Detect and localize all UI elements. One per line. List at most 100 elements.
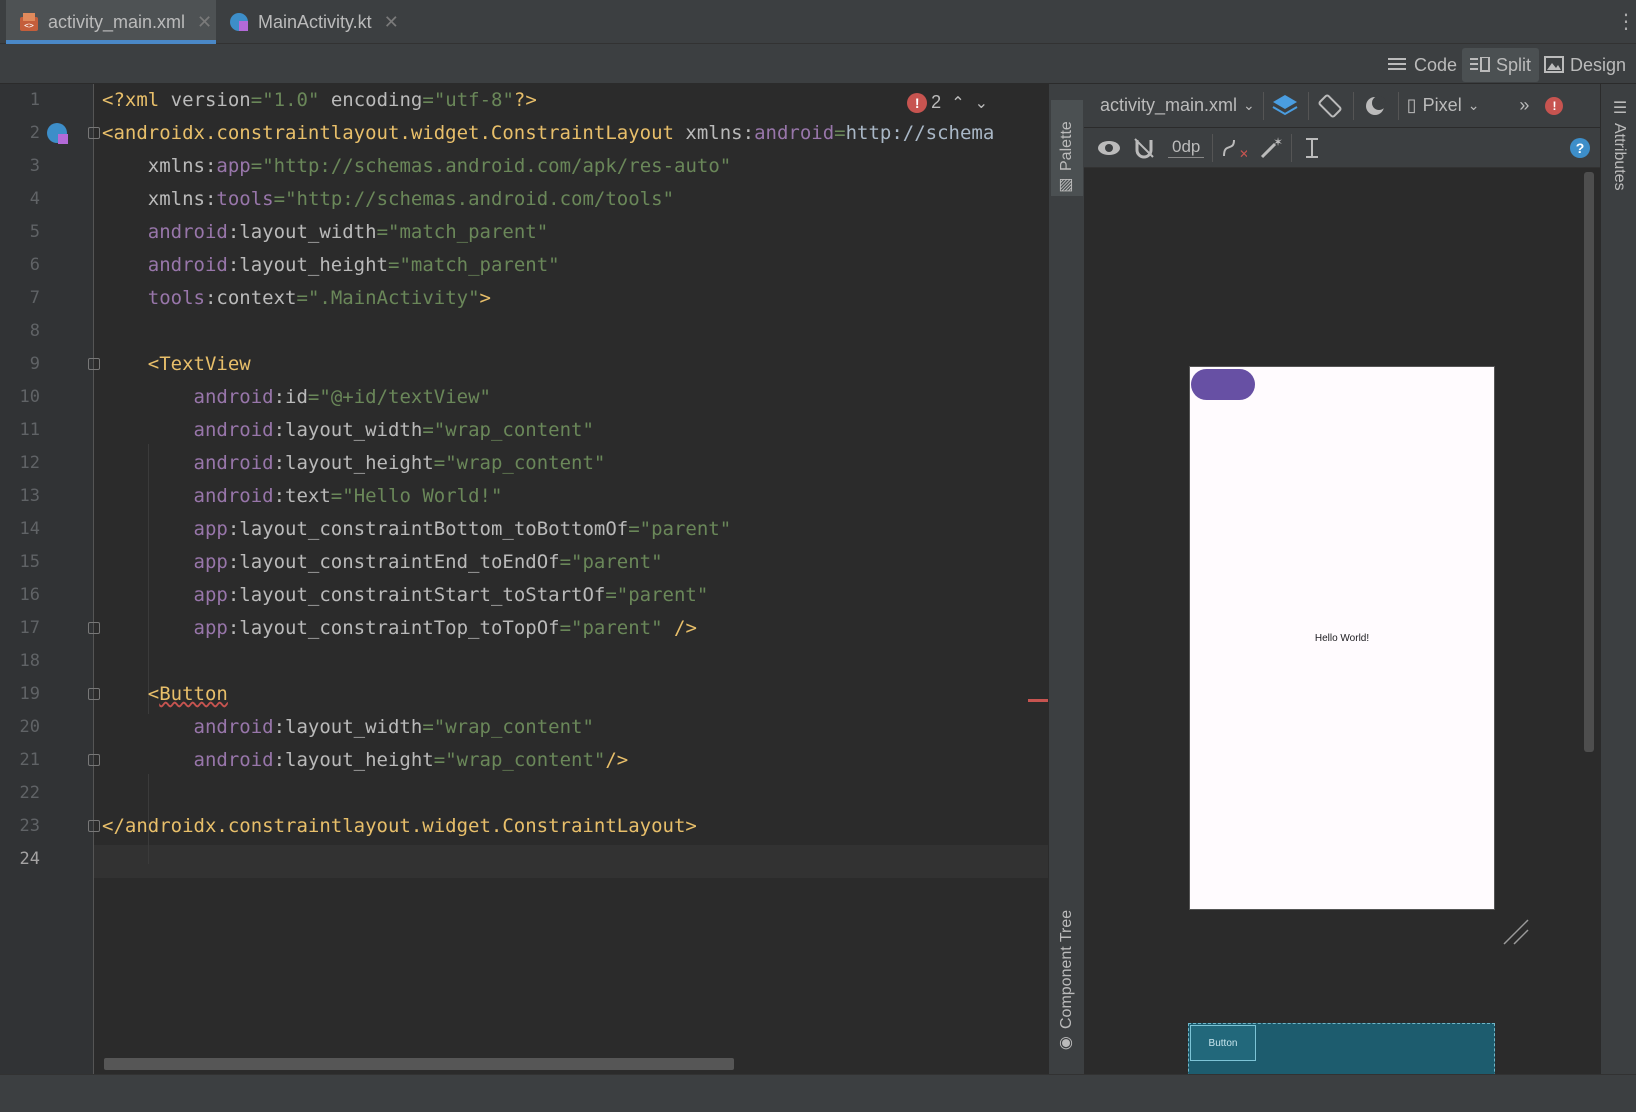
code-line[interactable]: android:layout_width="wrap_content" [102, 711, 594, 744]
next-error-icon[interactable]: ⌄ [975, 93, 988, 113]
fold-marker-icon[interactable] [88, 127, 100, 139]
orientation-icon[interactable] [1317, 93, 1345, 119]
tab-activity-main-xml[interactable]: <> activity_main.xml ✕ [6, 0, 216, 44]
view-mode-bar: Code Split Design [0, 44, 1636, 84]
fold-marker-icon[interactable] [88, 622, 100, 634]
line-number: 15 [19, 552, 40, 572]
code-line[interactable]: app:layout_constraintBottom_toBottomOf="… [102, 513, 732, 546]
toolbar-separator [1352, 91, 1354, 120]
phone-icon: ▯ [1406, 95, 1417, 115]
attributes-strip: ☰ Attributes [1600, 84, 1636, 1074]
inspection-widget[interactable]: ! 2 ⌃ ⌄ [907, 92, 988, 113]
split-mode-button[interactable]: Split [1462, 48, 1540, 82]
code-line[interactable]: </androidx.constraintlayout.widget.Const… [102, 810, 697, 843]
more-options-icon[interactable]: ⋮ [1616, 10, 1636, 34]
horizontal-scrollbar[interactable] [104, 1058, 734, 1070]
line-number: 24 [19, 849, 40, 869]
svg-text:✕: ✕ [1239, 147, 1247, 160]
kotlin-file-icon [228, 11, 250, 33]
previous-error-icon[interactable]: ⌃ [951, 93, 964, 113]
svg-text:✶: ✶ [1273, 136, 1283, 149]
file-selector-dropdown[interactable]: activity_main.xml ⌄ [1100, 95, 1255, 116]
clear-constraints-icon[interactable]: ✕ [1221, 136, 1247, 160]
gutter-class-icon[interactable] [46, 122, 70, 151]
device-selector-dropdown[interactable]: ▯ Pixel ⌄ [1407, 95, 1480, 116]
tab-label: activity_main.xml [48, 11, 186, 32]
design-mode-label: Design [1570, 54, 1627, 75]
code-line[interactable]: <?xml version="1.0" encoding="utf-8"?> [102, 84, 537, 117]
attributes-sliders-icon: ☰ [1610, 98, 1628, 117]
design-side-strip: ▨ Palette ◉ Component Tree [1048, 84, 1084, 1074]
error-icon[interactable]: ! [1545, 96, 1564, 115]
component-tree-label: Component Tree [1058, 909, 1075, 1029]
tab-label: MainActivity.kt [258, 11, 372, 32]
blueprint-button-widget[interactable]: Button [1190, 1025, 1256, 1061]
code-editor[interactable]: 1 2 3 4 5 6 7 8 9 10 11 12 13 14 15 16 17 18 19 20 21 22 23 24 … [0, 84, 1048, 1074]
device-label: Pixel [1422, 95, 1462, 115]
preview-button-widget[interactable] [1191, 369, 1255, 400]
line-number: 6 [29, 255, 40, 275]
line-number: 2 [29, 123, 40, 143]
code-line[interactable]: android:id="@+id/textView" [102, 381, 491, 414]
line-number: 5 [29, 222, 40, 242]
toolbar-separator [1212, 133, 1214, 162]
toolbar-separator [1397, 91, 1399, 120]
code-line[interactable]: xmlns:tools="http://schemas.android.com/… [102, 183, 674, 216]
fold-marker-icon[interactable] [88, 820, 100, 832]
code-line[interactable]: <androidx.constraintlayout.widget.Constr… [102, 117, 994, 150]
code-content[interactable]: <?xml version="1.0" encoding="utf-8"?> <a… [102, 84, 1046, 1074]
error-stripe-mark[interactable] [1028, 699, 1048, 702]
line-number: 1 [29, 90, 40, 110]
magic-wand-icon[interactable]: ✶ [1259, 136, 1283, 160]
device-preview-screen[interactable]: Hello World! [1189, 366, 1495, 910]
eye-icon[interactable] [1096, 136, 1124, 160]
tab-mainactivity-kt[interactable]: MainActivity.kt ✕ [228, 0, 418, 44]
palette-icon: ▨ [1058, 177, 1076, 196]
globe-icon: ◉ [1058, 1035, 1076, 1054]
preview-hello-textview[interactable]: Hello World! [1190, 633, 1494, 644]
line-number: 23 [19, 816, 40, 836]
line-number: 22 [19, 783, 40, 803]
night-mode-icon[interactable] [1362, 93, 1390, 119]
file-selector-label: activity_main.xml [1100, 95, 1238, 115]
status-bar [0, 1074, 1636, 1112]
code-line[interactable]: android:text="Hello World!" [102, 480, 503, 513]
resize-handle-icon[interactable] [1500, 916, 1530, 946]
fold-marker-icon[interactable] [88, 754, 100, 766]
design-canvas[interactable]: Hello World! Button [1084, 168, 1584, 1112]
align-icon[interactable] [1300, 136, 1324, 160]
code-line[interactable]: <Button [102, 678, 228, 711]
line-number: 4 [29, 189, 40, 209]
default-margin-field[interactable]: 0dp [1168, 137, 1205, 158]
code-line[interactable]: android:layout_width="wrap_content" [102, 414, 594, 447]
code-line[interactable]: <TextView [102, 348, 251, 381]
close-icon[interactable]: ✕ [384, 12, 399, 33]
overflow-chevron-icon[interactable]: » [1519, 95, 1529, 116]
code-line[interactable]: app:layout_constraintStart_toStartOf="pa… [102, 579, 709, 612]
design-mode-button[interactable]: Design [1536, 48, 1634, 82]
code-line[interactable]: app:layout_constraintTop_toTopOf="parent… [102, 612, 697, 645]
code-mode-button[interactable]: Code [1380, 48, 1465, 82]
close-icon[interactable]: ✕ [197, 12, 212, 33]
palette-tab[interactable]: ▨ Palette [1051, 100, 1083, 196]
code-line[interactable]: android:layout_height="wrap_content" [102, 447, 606, 480]
code-line[interactable]: xmlns:app="http://schemas.android.com/ap… [102, 150, 731, 183]
code-line[interactable]: tools:context=".MainActivity"> [102, 282, 491, 315]
fold-marker-icon[interactable] [88, 358, 100, 370]
svg-text:<>: <> [24, 21, 34, 30]
layers-icon[interactable] [1272, 93, 1300, 119]
code-line[interactable]: android:layout_height="wrap_content"/> [102, 744, 629, 777]
line-number: 13 [19, 486, 40, 506]
code-line[interactable]: android:layout_width="match_parent" [102, 216, 548, 249]
code-mode-label: Code [1414, 54, 1458, 75]
code-line[interactable]: app:layout_constraintEnd_toEndOf="parent… [102, 546, 663, 579]
help-icon[interactable]: ? [1570, 137, 1590, 158]
code-line[interactable]: android:layout_height="match_parent" [102, 249, 560, 282]
toolbar-separator [1307, 91, 1309, 120]
attributes-tab[interactable]: ☰ Attributes [1603, 98, 1635, 198]
component-tree-tab[interactable]: ◉ Component Tree [1051, 896, 1083, 1054]
fold-marker-icon[interactable] [88, 688, 100, 700]
magnet-off-icon[interactable] [1132, 136, 1156, 160]
line-number: 7 [29, 288, 40, 308]
design-vertical-scrollbar[interactable] [1584, 172, 1594, 752]
